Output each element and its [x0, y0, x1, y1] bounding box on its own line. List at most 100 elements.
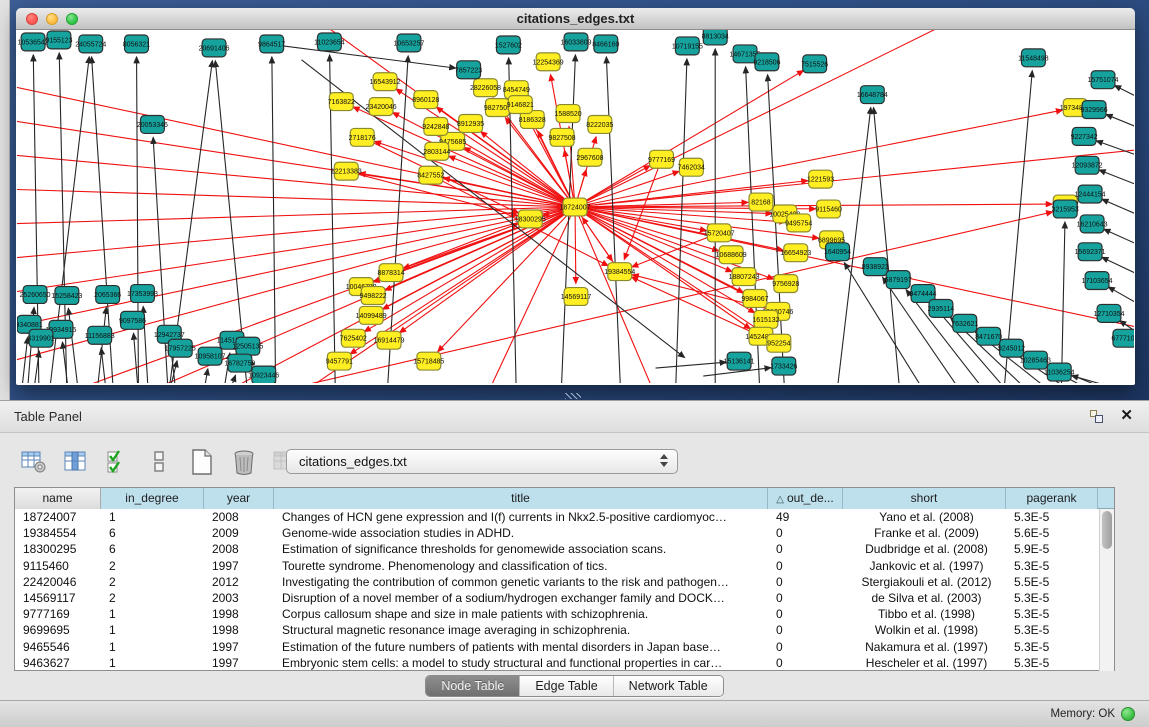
graph-node[interactable]: 9827508 — [549, 128, 576, 146]
column-header-year[interactable]: year — [204, 488, 274, 509]
graph-node[interactable]: 8938923 — [862, 258, 889, 276]
graph-node[interactable]: 8471670 — [975, 327, 1002, 345]
scrollbar-thumb[interactable] — [1102, 511, 1112, 549]
citation-edge-black[interactable] — [1108, 287, 1134, 306]
graph-node[interactable]: 10923446 — [248, 366, 279, 383]
graph-node[interactable]: 15751074 — [1088, 71, 1119, 89]
graph-node[interactable]: 16210643 — [1077, 215, 1108, 233]
graph-node[interactable]: 16782759 — [224, 354, 255, 372]
table-row[interactable]: 946554611997Estimation of the future num… — [15, 639, 1114, 655]
graph-node[interactable]: 9155123 — [45, 31, 72, 49]
graph-node[interactable]: 2935114 — [928, 299, 955, 317]
graph-node[interactable]: 1615132 — [752, 310, 779, 328]
trash-icon[interactable] — [230, 448, 258, 476]
window-titlebar[interactable]: citations_edges.txt — [16, 8, 1135, 30]
graph-node[interactable]: 8878314 — [378, 264, 405, 282]
graph-node[interactable]: 20053346 — [137, 116, 168, 134]
graph-node[interactable]: 15136141 — [724, 352, 755, 370]
graph-node[interactable]: 9115460 — [815, 200, 842, 218]
graph-node[interactable]: 12093872 — [1072, 156, 1103, 174]
graph-node[interactable]: 10285463 — [1020, 351, 1051, 369]
graph-node[interactable]: 7515526 — [801, 55, 828, 73]
graph-node[interactable]: 17353993 — [127, 285, 158, 303]
graph-node[interactable]: 25260650 — [20, 286, 51, 304]
graph-node[interactable]: 9495754 — [785, 214, 812, 232]
graph-node[interactable]: 16033809 — [561, 33, 592, 51]
graph-node[interactable]: 7625402 — [340, 329, 367, 347]
graph-node[interactable]: 1588520 — [555, 105, 582, 123]
float-panel-icon[interactable] — [1090, 410, 1105, 425]
graph-node[interactable]: 11548498 — [1018, 49, 1049, 67]
graph-node[interactable]: 952254 — [767, 334, 791, 352]
graph-node[interactable]: 12254369 — [533, 53, 564, 71]
tab-edge-table[interactable]: Edge Table — [519, 676, 612, 696]
graph-node[interactable]: 2065366 — [94, 286, 121, 304]
graph-node[interactable]: 82168 — [749, 193, 773, 211]
table-selector-dropdown[interactable]: citations_edges.txt — [286, 449, 678, 474]
tab-network-table[interactable]: Network Table — [613, 676, 723, 696]
graph-node[interactable]: 10688609 — [716, 246, 747, 264]
graph-node[interactable]: 15692371 — [1075, 243, 1106, 261]
graph-node[interactable]: 14099489 — [356, 306, 387, 324]
column-header-title[interactable]: title — [274, 488, 768, 509]
graph-node[interactable]: 11023654 — [314, 33, 345, 51]
graph-node[interactable]: 14569117 — [561, 288, 592, 306]
graph-node[interactable]: 15258423 — [51, 287, 82, 305]
table-settings-icon[interactable] — [20, 448, 48, 476]
citation-edge-black[interactable] — [1104, 229, 1134, 247]
graph-node[interactable]: 9227342 — [1071, 127, 1098, 145]
graph-node[interactable]: 28226058 — [470, 79, 501, 97]
graph-node[interactable]: 10653257 — [393, 34, 424, 52]
citation-edge-black[interactable] — [1004, 71, 1033, 383]
citation-edge-black[interactable] — [1061, 222, 1065, 383]
citation-edge-black[interactable] — [101, 348, 106, 383]
column-header-short[interactable]: short — [843, 488, 1006, 509]
table-row[interactable]: 2242004622012Investigating the contribut… — [15, 574, 1114, 590]
citation-edge-black[interactable] — [1102, 199, 1134, 217]
graph-node[interactable]: 12710354 — [1094, 304, 1125, 322]
graph-node[interactable]: 2967608 — [576, 148, 603, 166]
graph-node[interactable]: 8960128 — [412, 91, 439, 109]
graph-node[interactable]: 8466160 — [592, 35, 619, 53]
citation-edge-black[interactable] — [1115, 85, 1134, 99]
graph-node[interactable]: 18300295 — [515, 210, 546, 228]
tab-node-table[interactable]: Node Table — [426, 676, 519, 696]
rows-icon[interactable] — [146, 448, 174, 476]
citation-edge-black[interactable] — [203, 369, 208, 383]
graph-node[interactable]: 9984067 — [741, 290, 768, 308]
table-row[interactable]: 946362711997Embryonic stem cells: a mode… — [15, 655, 1114, 671]
graph-node[interactable]: 8427552 — [417, 166, 444, 184]
graph-node[interactable]: 12505135 — [232, 337, 263, 355]
citation-edge-black[interactable] — [97, 307, 107, 383]
graph-node[interactable]: 7462034 — [678, 158, 705, 176]
window-close-button[interactable] — [26, 13, 38, 25]
graph-node[interactable]: 7163822 — [328, 93, 355, 111]
graph-node[interactable]: 6879197 — [885, 271, 912, 289]
table-row[interactable]: 1830029562008Estimation of significance … — [15, 541, 1114, 557]
graph-node[interactable]: 6777108 — [1111, 329, 1134, 347]
graph-node[interactable]: 3215953 — [1052, 200, 1079, 218]
graph-node[interactable]: 12444154 — [1075, 185, 1106, 203]
graph-node[interactable]: 1733426 — [770, 357, 797, 375]
graph-node[interactable]: 16654923 — [780, 244, 811, 262]
citation-edge-red[interactable] — [575, 70, 804, 207]
graph-node[interactable]: 8813034 — [702, 30, 729, 45]
close-panel-icon[interactable]: ✕ — [1120, 406, 1133, 424]
graph-node[interactable]: 1527602 — [495, 36, 522, 54]
graph-node[interactable]: 24055724 — [75, 35, 106, 53]
graph-node[interactable]: 9498222 — [360, 287, 387, 305]
graph-node[interactable]: 17103654 — [1082, 272, 1113, 290]
table-row[interactable]: 1872400712008Changes of HCN gene express… — [15, 509, 1114, 525]
graph-node[interactable]: 15718485 — [413, 352, 444, 370]
new-file-icon[interactable] — [188, 448, 216, 476]
graph-node[interactable]: 2803144 — [423, 142, 450, 160]
graph-node[interactable]: 10958107 — [195, 347, 226, 365]
graph-node[interactable]: 7857223 — [455, 61, 482, 79]
graph-node[interactable]: 20691406 — [199, 39, 230, 57]
graph-node[interactable]: 23420046 — [366, 98, 397, 116]
table-scrollbar[interactable] — [1099, 509, 1114, 671]
select-all-checks-icon[interactable] — [104, 448, 132, 476]
window-minimize-button[interactable] — [46, 13, 58, 25]
table-row[interactable]: 977716911998Corpus callosum shape and si… — [15, 606, 1114, 622]
table-row[interactable]: 1456911722003Disruption of a novel membe… — [15, 590, 1114, 606]
